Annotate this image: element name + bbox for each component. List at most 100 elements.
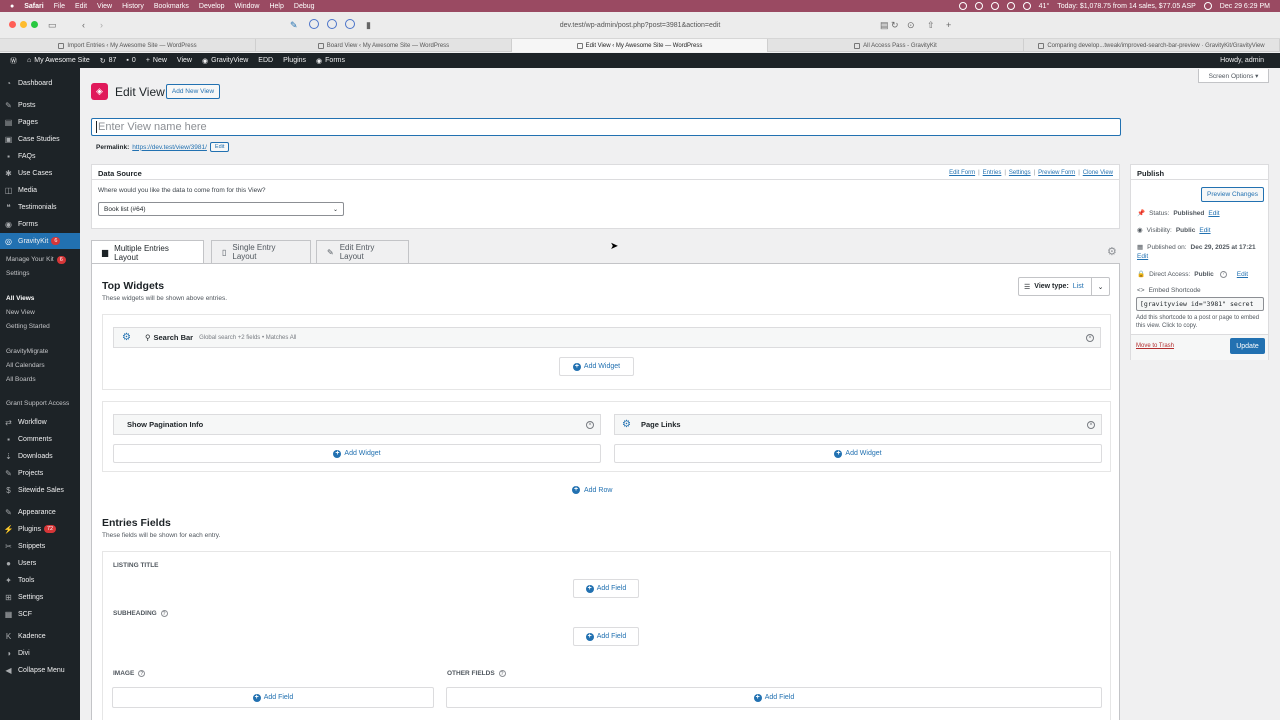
entries-link[interactable]: Entries xyxy=(983,170,1002,176)
sidebar-item-appearance[interactable]: ✎ Appearance xyxy=(0,504,80,520)
submenu-manage-kit[interactable]: Manage Your Kit 6 xyxy=(6,256,66,264)
sidebar-item-projects[interactable]: ✎ Projects xyxy=(0,465,80,481)
shortcode-field[interactable]: [gravityview id="3981" secret xyxy=(1136,297,1264,311)
submenu-settings[interactable]: Settings xyxy=(6,270,30,277)
menu-develop[interactable]: Develop xyxy=(199,3,225,10)
preview-changes-button[interactable]: Preview Changes xyxy=(1201,187,1264,202)
add-field-button[interactable]: + Add Field xyxy=(446,687,1102,708)
apple-icon[interactable]: ● xyxy=(10,3,14,10)
menu-edit[interactable]: Edit xyxy=(75,3,87,10)
extension-icon[interactable] xyxy=(327,19,337,29)
menu-debug[interactable]: Debug xyxy=(294,3,315,10)
add-field-button[interactable]: + Add Field xyxy=(112,687,434,708)
sidebar-item-divi[interactable]: ◑ Divi xyxy=(0,645,80,661)
tab-import-entries[interactable]: Import Entries ‹ My Awesome Site — WordP… xyxy=(0,39,256,52)
sidebar-item-forms[interactable]: ◉ Forms xyxy=(0,216,80,232)
move-to-trash-link[interactable]: Move to Trash xyxy=(1136,343,1174,349)
tab-single-entry[interactable]: ▯ Single Entry Layout xyxy=(211,240,311,263)
sidebar-item-workflow[interactable]: ⇄ Workflow xyxy=(0,414,80,430)
update-button[interactable]: Update xyxy=(1230,338,1265,354)
sidebar-item-case-studies[interactable]: ▣ Case Studies xyxy=(0,131,80,147)
share-icon[interactable]: ⇧ xyxy=(927,19,935,31)
new-content-link[interactable]: + New xyxy=(146,57,167,64)
menu-file[interactable]: File xyxy=(54,3,65,10)
sidebar-item-faqs[interactable]: ▪ FAQs xyxy=(0,148,80,164)
sidebar-item-tools[interactable]: ✦ Tools xyxy=(0,572,80,588)
sidebar-item-testimonials[interactable]: ❝ Testimonials xyxy=(0,199,80,215)
tab-edit-entry[interactable]: ✎ Edit Entry Layout xyxy=(316,240,409,263)
sidebar-item-kadence[interactable]: K Kadence xyxy=(0,628,80,644)
screen-options-button[interactable]: Screen Options ▾ xyxy=(1198,69,1269,83)
translate-icon[interactable]: ▤ xyxy=(880,19,889,31)
gear-icon[interactable]: ⚙ xyxy=(622,419,631,430)
extension-icon[interactable]: ▮ xyxy=(366,19,371,31)
minimize-window-icon[interactable] xyxy=(20,21,27,28)
sidebar-item-pages[interactable]: ▤ Pages xyxy=(0,114,80,130)
submenu-all-calendars[interactable]: All Calendars xyxy=(6,362,45,369)
status-icon[interactable] xyxy=(990,2,999,10)
submenu-gravitymigrate[interactable]: GravityMigrate xyxy=(6,348,48,355)
direct-access-edit-link[interactable]: Edit xyxy=(1237,271,1248,278)
add-widget-button[interactable]: + Add Widget xyxy=(614,444,1102,463)
edit-form-link[interactable]: Edit Form xyxy=(949,170,975,176)
clone-view-link[interactable]: Clone View xyxy=(1083,170,1113,176)
extension-icon[interactable]: ✎ xyxy=(290,19,298,31)
status-edit-link[interactable]: Edit xyxy=(1208,210,1219,217)
zoom-window-icon[interactable] xyxy=(31,21,38,28)
forms-link[interactable]: ◉ Forms xyxy=(316,57,345,65)
sidebar-item-comments[interactable]: ▪ Comments xyxy=(0,431,80,447)
add-widget-button[interactable]: + Add Widget xyxy=(113,444,601,463)
sidebar-item-sitewide-sales[interactable]: $ Sitewide Sales xyxy=(0,482,80,498)
search-bar-widget[interactable]: ⚙ ⚲ Search Bar Global search +2 fields •… xyxy=(113,327,1101,348)
close-icon[interactable]: × xyxy=(1086,333,1094,342)
add-new-view-button[interactable]: Add New View xyxy=(166,84,220,99)
submenu-getting-started[interactable]: Getting Started xyxy=(6,323,50,330)
settings-link[interactable]: Settings xyxy=(1009,170,1031,176)
menu-history[interactable]: History xyxy=(122,3,144,10)
submenu-grant-support[interactable]: Grant Support Access xyxy=(6,400,69,407)
menu-view[interactable]: View xyxy=(97,3,112,10)
menu-bookmarks[interactable]: Bookmarks xyxy=(154,3,189,10)
view-name-input[interactable]: Enter View name here xyxy=(91,118,1121,136)
submenu-all-boards[interactable]: All Boards xyxy=(6,376,36,383)
menu-safari[interactable]: Safari xyxy=(24,3,43,10)
close-icon[interactable]: × xyxy=(586,420,594,429)
tab-multiple-entries[interactable]: ▆ Multiple Entries Layout xyxy=(91,240,204,264)
layout-settings-gear-icon[interactable]: ⚙ xyxy=(1107,245,1117,258)
view-type-selector[interactable]: ☰ View type: List ⌄ xyxy=(1018,277,1110,296)
help-icon[interactable]: ? xyxy=(1219,270,1227,278)
extension-icon[interactable] xyxy=(309,19,319,29)
tab-github-compare[interactable]: Comparing develop...tweak/improved-searc… xyxy=(1024,39,1280,52)
sidebar-item-users[interactable]: ● Users xyxy=(0,555,80,571)
preview-form-link[interactable]: Preview Form xyxy=(1038,170,1075,176)
submenu-all-views[interactable]: All Views xyxy=(6,295,34,302)
close-icon[interactable]: × xyxy=(1087,420,1095,429)
wifi-icon[interactable] xyxy=(1022,2,1031,10)
sidebar-item-media[interactable]: ◫ Media xyxy=(0,182,80,198)
status-icon[interactable] xyxy=(1006,2,1015,10)
sidebar-item-scf[interactable]: ▦ SCF xyxy=(0,606,80,622)
new-tab-icon[interactable]: + xyxy=(946,19,951,31)
menu-window[interactable]: Window xyxy=(235,3,260,10)
site-name-link[interactable]: ⌂ My Awesome Site xyxy=(27,57,90,64)
address-bar[interactable]: dev.test/wp-admin/post.php?post=3981&act… xyxy=(380,17,900,34)
howdy-account[interactable]: Howdy, admin xyxy=(1220,57,1264,64)
weather-temp[interactable]: 41° xyxy=(1039,3,1050,10)
permalink-url[interactable]: https://dev.test/view/3981/ xyxy=(132,144,207,151)
tab-edit-view[interactable]: Edit View ‹ My Awesome Site — WordPress xyxy=(512,39,768,52)
form-select[interactable]: Book list (#64) ⌄ xyxy=(98,202,344,216)
control-center-icon[interactable] xyxy=(1203,2,1212,10)
edd-link[interactable]: EDD xyxy=(258,57,273,64)
sidebar-item-downloads[interactable]: ⇣ Downloads xyxy=(0,448,80,464)
gravityview-link[interactable]: ◉ GravityView xyxy=(202,57,248,65)
help-icon[interactable]: ? xyxy=(138,670,146,677)
clock[interactable]: Dec 29 6:29 PM xyxy=(1220,3,1270,10)
updates-link[interactable]: ↻ 87 xyxy=(100,57,117,65)
collapse-menu-button[interactable]: ◀ Collapse Menu xyxy=(0,662,80,678)
wordpress-logo-icon[interactable]: Ⓦ xyxy=(10,56,17,66)
sidebar-item-gravitykit[interactable]: ◎ GravityKit 6 xyxy=(0,233,80,249)
sidebar-toggle-icon[interactable]: ▭ xyxy=(48,19,57,31)
permalink-edit-button[interactable]: Edit xyxy=(209,142,230,152)
add-field-button[interactable]: + Add Field xyxy=(573,627,639,646)
sidebar-item-use-cases[interactable]: ✱ Use Cases xyxy=(0,165,80,181)
